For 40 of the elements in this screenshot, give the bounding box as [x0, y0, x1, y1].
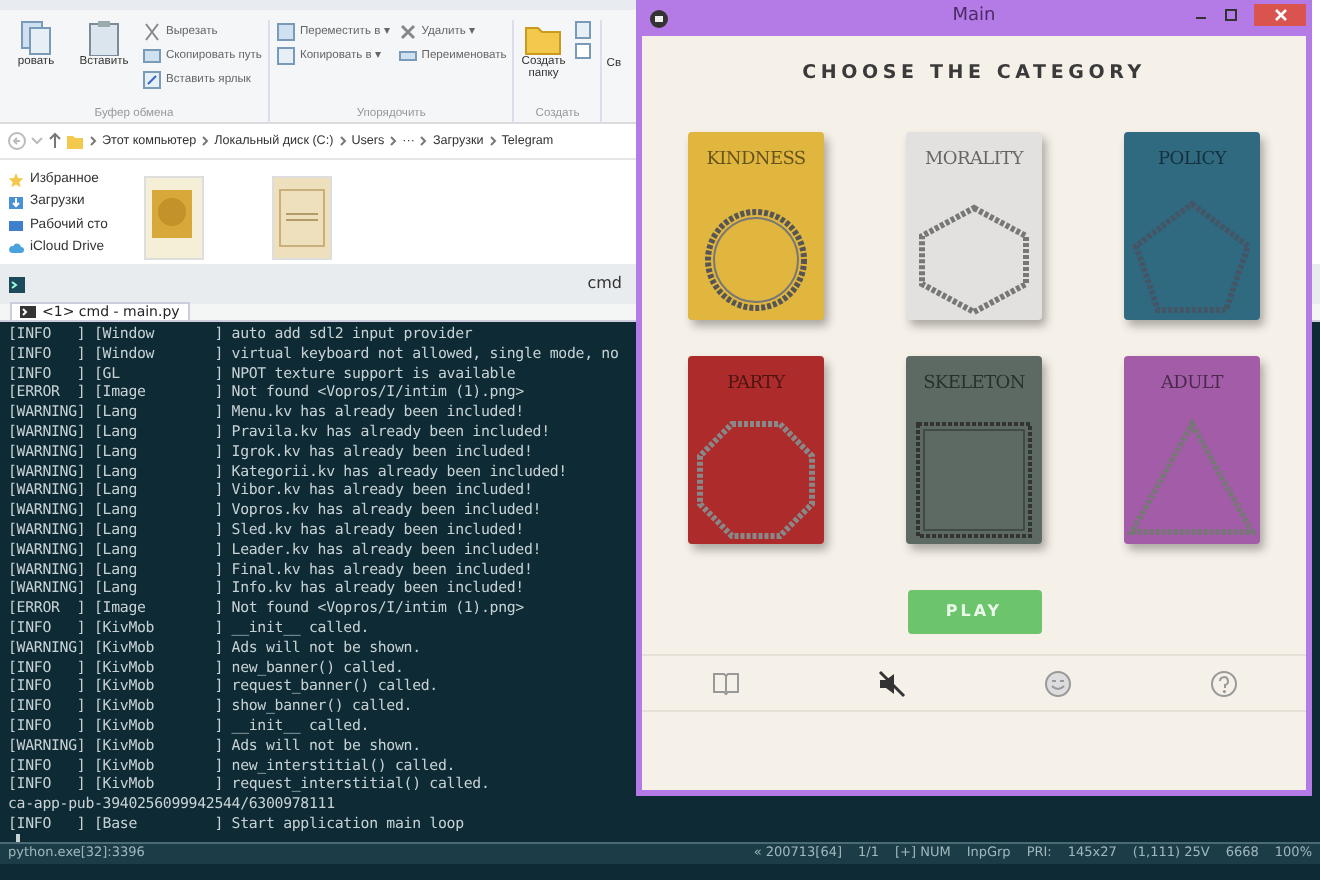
chevron-icon	[200, 132, 211, 150]
maximize-icon	[1224, 8, 1238, 22]
close-icon	[1273, 8, 1287, 22]
help-button[interactable]	[1209, 669, 1237, 697]
category-card[interactable]: KINDNESS	[688, 132, 824, 320]
console-icon	[8, 275, 26, 293]
scissors-icon	[142, 22, 162, 42]
mute-icon	[877, 669, 905, 697]
window-title: Main	[952, 4, 996, 31]
download-folder-icon	[8, 194, 24, 211]
book-icon	[711, 670, 739, 696]
back-icon[interactable]	[8, 132, 26, 150]
chevron-icon	[88, 132, 98, 150]
file-thumbnail[interactable]	[272, 176, 332, 260]
clipboard-icon	[86, 20, 122, 56]
chevron-icon	[418, 132, 429, 150]
star-icon	[8, 171, 24, 188]
smiley-button[interactable]	[1043, 669, 1071, 697]
folder-icon	[66, 132, 84, 150]
chevron-icon	[388, 132, 399, 150]
mute-button[interactable]	[877, 669, 905, 697]
cloud-icon	[8, 240, 24, 257]
close-button[interactable]	[1254, 4, 1306, 26]
chevron-icon	[487, 132, 498, 150]
path-icon	[142, 46, 162, 66]
up-arrow-icon[interactable]	[48, 132, 62, 150]
dropdown-icon[interactable]	[30, 132, 44, 150]
chevron-icon	[337, 132, 348, 150]
app-icon	[650, 10, 668, 28]
delete-icon	[397, 22, 418, 42]
category-card[interactable]: MORALITY	[906, 132, 1042, 320]
file-thumbnail[interactable]	[144, 176, 204, 260]
heading: CHOOSE THE CATEGORY	[800, 60, 1148, 88]
desktop-icon	[8, 217, 24, 234]
maximize-button[interactable]	[1224, 8, 1238, 22]
smiley-icon	[1043, 669, 1071, 697]
book-button[interactable]	[711, 670, 739, 696]
shortcut-icon	[142, 70, 162, 90]
help-icon	[1209, 669, 1237, 697]
window-title: cmd	[587, 272, 622, 296]
